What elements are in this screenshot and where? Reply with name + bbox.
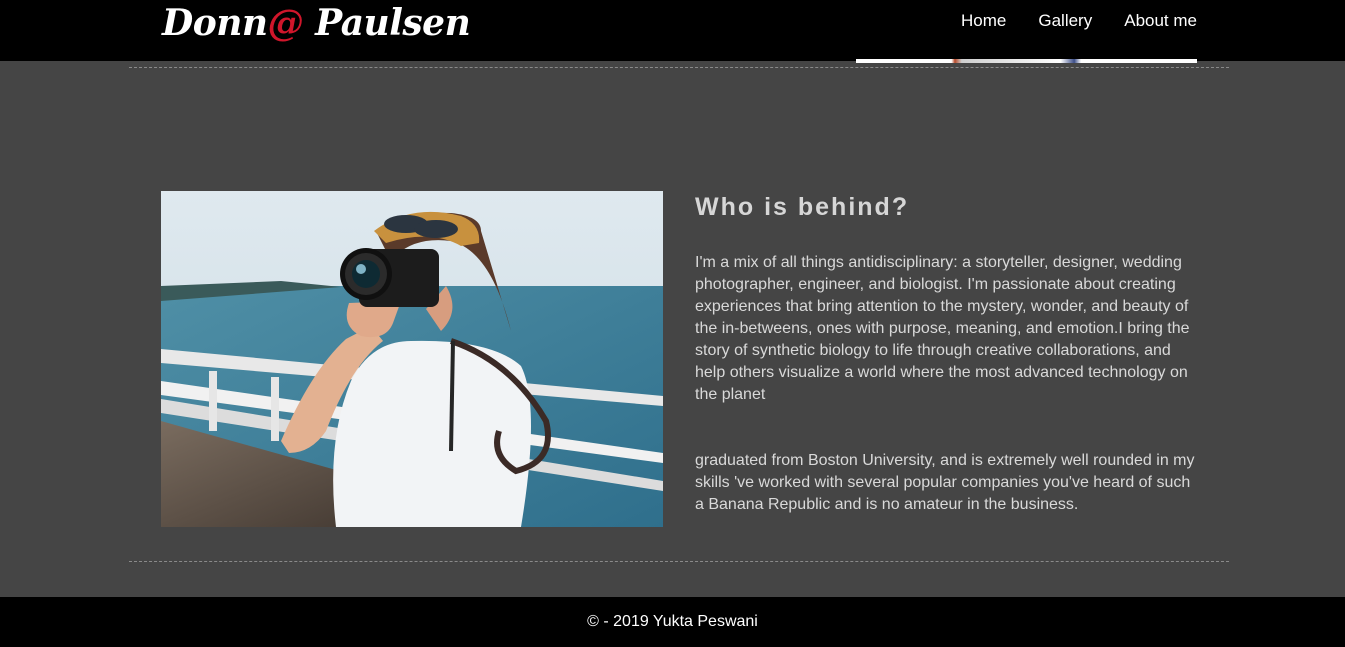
logo-text-first: Donn (162, 2, 268, 44)
photographer-image (161, 191, 663, 527)
logo-text-last: Paulsen (303, 2, 471, 44)
nav-link-about-me[interactable]: About me (1124, 10, 1197, 32)
bottom-divider (129, 561, 1229, 562)
about-paragraph-2: graduated from Boston University, and is… (695, 452, 1195, 513)
nav-link-gallery[interactable]: Gallery (1038, 10, 1092, 32)
about-heading: Who is behind? (695, 193, 910, 221)
about-paragraph-1: I'm a mix of all things antidisciplinary… (695, 254, 1190, 403)
site-logo[interactable]: Donn@ Paulsen (162, 0, 471, 48)
nav-link-home[interactable]: Home (961, 10, 1006, 32)
footer: © - 2019 Yukta Peswani (0, 597, 1345, 647)
main-nav: Home Gallery About me (929, 10, 1197, 32)
logo-at-symbol: @ (267, 2, 304, 44)
footer-copyright: © - 2019 Yukta Peswani (587, 613, 758, 630)
nav-active-underline (856, 59, 1197, 63)
top-navigation-bar: Donn@ Paulsen Home Gallery About me (0, 0, 1345, 61)
top-divider (129, 67, 1229, 68)
